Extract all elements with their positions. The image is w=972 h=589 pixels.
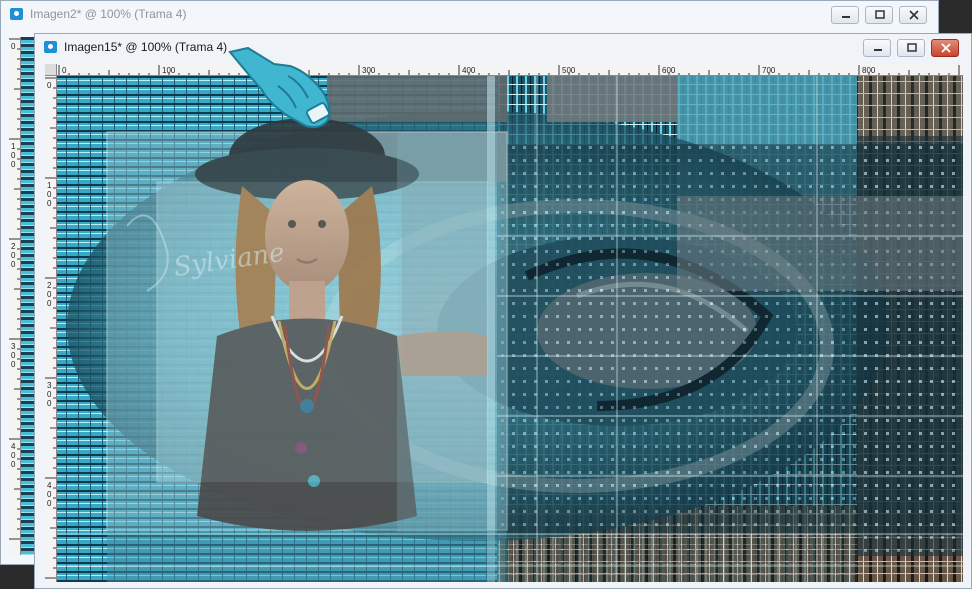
svg-text:0: 0 bbox=[11, 360, 16, 369]
back-window-title: Imagen2* @ 100% (Trama 4) bbox=[30, 7, 187, 21]
svg-text:0: 0 bbox=[11, 460, 16, 469]
svg-text:2: 2 bbox=[47, 281, 52, 290]
svg-text:1: 1 bbox=[11, 142, 16, 151]
image-doc-icon bbox=[10, 8, 23, 20]
ruler-left-label: 200 bbox=[47, 281, 52, 308]
svg-text:0: 0 bbox=[11, 251, 16, 260]
back-window-titlebar[interactable]: Imagen2* @ 100% (Trama 4) bbox=[1, 1, 938, 29]
maximize-button[interactable] bbox=[897, 39, 925, 57]
ruler-left-label: 0 bbox=[11, 42, 16, 51]
ruler-left: 0100200300400 bbox=[45, 76, 57, 582]
ruler-top-label: 500 bbox=[562, 66, 576, 75]
svg-text:0: 0 bbox=[47, 299, 52, 308]
back-ruler-left: 0100200300400 bbox=[9, 37, 21, 555]
maximize-button[interactable] bbox=[865, 6, 893, 24]
ruler-left-label: 100 bbox=[11, 142, 16, 169]
ruler-left-label: 200 bbox=[11, 242, 16, 269]
ruler-top-label: 600 bbox=[662, 66, 676, 75]
svg-text:0: 0 bbox=[47, 199, 52, 208]
ruler-top: 0100200300400500600700800 bbox=[57, 64, 963, 76]
minimize-icon bbox=[874, 49, 882, 51]
pan-hand-cursor-icon bbox=[228, 46, 331, 129]
minimize-icon bbox=[842, 16, 850, 18]
ruler-left-label: 300 bbox=[47, 381, 52, 408]
ruler-top-label: 400 bbox=[462, 66, 476, 75]
svg-text:3: 3 bbox=[11, 342, 16, 351]
svg-text:0: 0 bbox=[11, 151, 16, 160]
svg-text:1: 1 bbox=[47, 181, 52, 190]
ruler-corner bbox=[45, 64, 57, 76]
minimize-button[interactable] bbox=[863, 39, 891, 57]
ruler-left-label: 400 bbox=[11, 442, 16, 469]
ruler-top-label: 300 bbox=[362, 66, 376, 75]
ruler-top-label: 0 bbox=[62, 66, 67, 75]
ruler-top-label: 700 bbox=[762, 66, 776, 75]
svg-text:0: 0 bbox=[47, 290, 52, 299]
close-icon bbox=[909, 10, 919, 20]
ruler-top-label: 800 bbox=[862, 66, 876, 75]
svg-text:4: 4 bbox=[11, 442, 16, 451]
ruler-top-label: 100 bbox=[162, 66, 176, 75]
svg-text:2: 2 bbox=[11, 242, 16, 251]
svg-text:0: 0 bbox=[11, 260, 16, 269]
svg-text:0: 0 bbox=[47, 490, 52, 499]
close-button[interactable] bbox=[931, 39, 959, 57]
svg-text:0: 0 bbox=[47, 190, 52, 199]
svg-text:0: 0 bbox=[11, 351, 16, 360]
image-doc-icon bbox=[44, 41, 57, 53]
svg-text:4: 4 bbox=[47, 481, 52, 490]
svg-text:3: 3 bbox=[47, 381, 52, 390]
front-window-titlebar[interactable]: Imagen15* @ 100% (Trama 4) bbox=[35, 34, 971, 62]
close-button[interactable] bbox=[899, 6, 927, 24]
close-icon bbox=[941, 43, 951, 53]
front-image-window[interactable]: Imagen15* @ 100% (Trama 4) 0100200300400… bbox=[34, 33, 972, 589]
ruler-left-label: 300 bbox=[11, 342, 16, 369]
svg-text:0: 0 bbox=[47, 499, 52, 508]
front-window-title: Imagen15* @ 100% (Trama 4) bbox=[64, 40, 228, 54]
svg-text:0: 0 bbox=[11, 451, 16, 460]
ruler-left-label: 100 bbox=[47, 181, 52, 208]
maximize-icon bbox=[907, 43, 917, 52]
ruler-left-label: 0 bbox=[47, 81, 52, 90]
svg-text:0: 0 bbox=[11, 160, 16, 169]
svg-text:0: 0 bbox=[47, 390, 52, 399]
maximize-icon bbox=[875, 10, 885, 19]
svg-text:0: 0 bbox=[47, 81, 52, 90]
svg-text:0: 0 bbox=[11, 42, 16, 51]
svg-text:0: 0 bbox=[47, 399, 52, 408]
image-canvas[interactable]: Sylviane bbox=[57, 76, 963, 582]
ruler-left-label: 400 bbox=[47, 481, 52, 508]
minimize-button[interactable] bbox=[831, 6, 859, 24]
